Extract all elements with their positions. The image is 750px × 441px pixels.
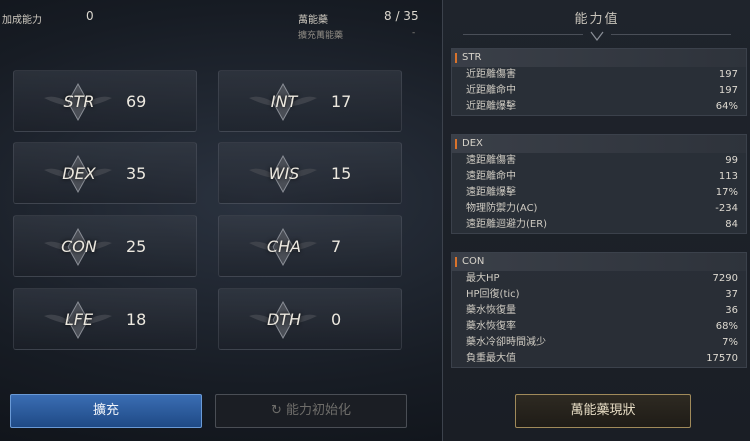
row-label: 藥水冷卻時間減少 [466, 337, 546, 348]
row-value: 68% [715, 321, 738, 332]
row-value: 17% [715, 187, 738, 198]
stat-name: WIS [268, 164, 300, 183]
reset-abilities-button[interactable]: ↻ 能力初始化 [215, 394, 407, 428]
elixir-expand-value: - [412, 28, 416, 38]
stat-name: LFE [64, 310, 94, 329]
stat-row: 最大HP 7290 [452, 271, 746, 287]
row-label: 近距離命中 [466, 85, 516, 96]
row-value: 64% [715, 101, 738, 112]
row-value: 197 [718, 69, 738, 80]
section-header: CON [452, 253, 746, 271]
stat-value: 15 [331, 164, 352, 183]
row-value: 197 [718, 85, 738, 96]
row-label: 遠距離爆擊 [466, 187, 516, 198]
stat-value: 69 [126, 92, 147, 111]
section-con: CON 最大HP 7290 HP回復(tic) 37 藥水恢復量 36 藥水恢復率 68… [451, 252, 747, 368]
row-label: 近距離爆擊 [466, 101, 516, 112]
stat-row: 藥水恢復量 36 [452, 303, 746, 319]
section-dex: DEX 遠距離傷害 99 遠距離命中 113 遠距離爆擊 17% 物理防禦力(AC) -… [451, 134, 747, 234]
stat-name: CON [61, 237, 97, 256]
row-label: 最大HP [466, 273, 500, 284]
stat-card-cha[interactable]: CHA 7 [218, 215, 402, 277]
stat-card-wis[interactable]: WIS 15 [218, 142, 402, 204]
stat-name: INT [270, 92, 298, 111]
row-value: 36 [725, 305, 738, 316]
stat-card-dth[interactable]: DTH 0 [218, 288, 402, 350]
ability-panel: 能力值 STR 近距離傷害 197 近距離命中 197 近距離爆擊 64% DEX 遠… [442, 0, 750, 441]
refresh-icon: ↻ [271, 403, 282, 418]
stat-card-con[interactable]: CON 25 [13, 215, 197, 277]
row-label: HP回復(tic) [466, 289, 520, 300]
stat-row: 遠距離傷害 99 [452, 153, 746, 169]
row-label: 物理防禦力(AC) [466, 203, 538, 214]
stat-name: DTH [266, 310, 302, 329]
elixir-count: 8 / 35 [384, 9, 419, 23]
stat-row: 近距離命中 197 [452, 83, 746, 99]
row-value: 84 [725, 219, 738, 230]
stat-row: 藥水恢復率 68% [452, 319, 746, 335]
stat-card-int[interactable]: INT 17 [218, 70, 402, 132]
stat-row: HP回復(tic) 37 [452, 287, 746, 303]
elixir-expand-label: 擴充萬能藥 [298, 31, 344, 41]
section-header: DEX [452, 135, 746, 153]
stat-name: DEX [62, 164, 96, 183]
stat-value: 25 [126, 237, 147, 256]
stat-value: 18 [126, 310, 147, 329]
stat-value: 17 [331, 92, 352, 111]
section-str: STR 近距離傷害 197 近距離命中 197 近距離爆擊 64% [451, 48, 747, 116]
stat-row: 物理防禦力(AC) -234 [452, 201, 746, 217]
stat-value: 35 [126, 164, 147, 183]
row-label: 負重最大值 [466, 353, 516, 364]
ornament-icon [590, 31, 604, 41]
stat-row: 遠距離爆擊 17% [452, 185, 746, 201]
stat-value: 0 [331, 310, 342, 329]
row-label: 遠距離傷害 [466, 155, 516, 166]
top-info-bar: 加成能力 0 萬能藥 8 / 35 擴充萬能藥 - [0, 0, 440, 52]
row-label: 遠距離命中 [466, 171, 516, 182]
stat-row: 藥水冷卻時間減少 7% [452, 335, 746, 351]
row-value: 99 [725, 155, 738, 166]
title-divider [611, 34, 731, 35]
row-label: 藥水恢復率 [466, 321, 516, 332]
stat-row: 近距離傷害 197 [452, 67, 746, 83]
stat-row: 近距離爆擊 64% [452, 99, 746, 115]
section-header: STR [452, 49, 746, 67]
title-divider [463, 34, 583, 35]
row-value: 37 [725, 289, 738, 300]
elixir-status-button[interactable]: 萬能藥現狀 [515, 394, 691, 428]
elixir-label: 萬能藥 [298, 15, 328, 26]
bonus-ability-label: 加成能力 [2, 15, 42, 26]
stat-name: STR [63, 92, 95, 111]
stat-card-lfe[interactable]: LFE 18 [13, 288, 197, 350]
row-value: -234 [715, 203, 738, 214]
panel-title: 能力值 [574, 12, 620, 27]
stat-row: 負重最大值 17570 [452, 351, 746, 367]
row-value: 7% [722, 337, 738, 348]
stat-row: 遠距離迴避力(ER) 84 [452, 217, 746, 233]
bonus-ability-value: 0 [86, 9, 94, 23]
stat-name: CHA [266, 237, 302, 256]
reset-button-label: 能力初始化 [285, 403, 351, 418]
row-value: 7290 [712, 273, 738, 284]
stat-card-str[interactable]: STR 69 [13, 70, 197, 132]
row-label: 藥水恢復量 [466, 305, 516, 316]
row-value: 17570 [706, 353, 738, 364]
row-label: 遠距離迴避力(ER) [466, 219, 548, 230]
row-label: 近距離傷害 [466, 69, 516, 80]
expand-button[interactable]: 擴充 [10, 394, 202, 428]
stat-value: 7 [331, 237, 342, 256]
row-value: 113 [718, 171, 738, 182]
stat-card-dex[interactable]: DEX 35 [13, 142, 197, 204]
stat-row: 遠距離命中 113 [452, 169, 746, 185]
